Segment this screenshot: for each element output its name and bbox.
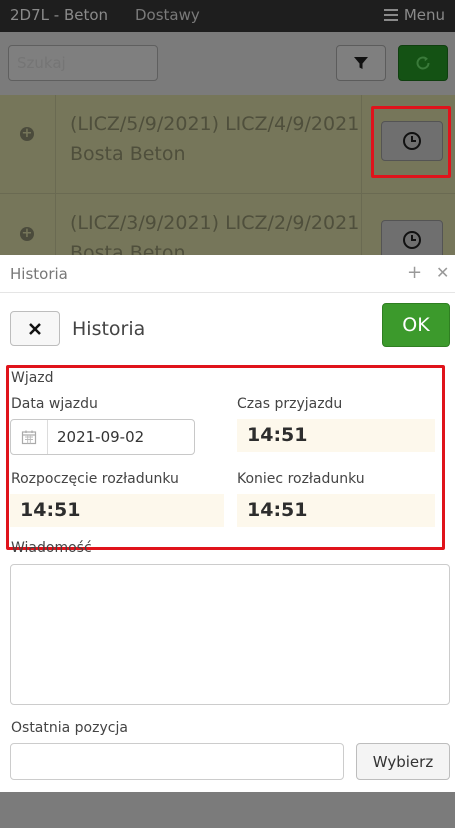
calendar-icon[interactable] [11,420,48,454]
plus-circle-icon[interactable]: + [20,227,34,241]
top-navbar: 2D7L - Beton Dostawy Menu [0,0,455,32]
close-button[interactable] [10,311,60,346]
menu-label: Menu [403,6,445,24]
row-company: Bosta Beton [70,143,186,165]
menu-button[interactable]: Menu [383,6,445,24]
refresh-button[interactable] [398,45,448,81]
panel-title: Historia [72,318,146,340]
history-button[interactable] [381,220,443,255]
search-input[interactable] [8,45,158,81]
row-company: Bosta Beton [70,242,186,255]
maximize-icon[interactable]: + [407,262,422,283]
dialog-header: Historia + ✕ [0,255,455,293]
unload-end-label: Koniec rozładunku [237,471,365,487]
arrival-time-label: Czas przyjazdu [237,396,343,412]
row-number: (LICZ/3/9/2021) LICZ/2/9/2021 [70,212,360,234]
refresh-icon [416,56,430,70]
message-label: Wiadomość [11,540,92,556]
app-title[interactable]: 2D7L - Beton [10,6,108,24]
date-label: Data wjazdu [11,396,98,412]
background-overlay [0,792,455,828]
arrival-time-field[interactable]: 14:51 [237,419,435,452]
message-textarea[interactable] [10,564,450,705]
history-dialog: Historia + ✕ Historia OK Wjazd Data wjaz… [0,255,455,792]
clock-icon [403,231,421,249]
unload-end-field[interactable]: 14:51 [237,494,435,527]
unload-start-label: Rozpoczęcie rozładunku [11,471,179,487]
hamburger-icon [383,9,398,21]
plus-circle-icon[interactable]: + [20,127,34,141]
choose-button[interactable]: Wybierz [356,743,450,780]
list-toolbar [0,32,455,95]
filter-button[interactable] [336,45,386,81]
section-label: Wjazd [11,370,54,386]
close-icon[interactable]: ✕ [436,263,449,282]
dialog-title: Historia [10,265,68,283]
ok-button[interactable]: OK [382,303,450,347]
list-item[interactable]: + (LICZ/3/9/2021) LICZ/2/9/2021 Bosta Be… [0,194,455,255]
nav-tab-dostawy[interactable]: Dostawy [135,6,200,24]
date-value: 2021-09-02 [57,428,145,446]
date-field[interactable]: 2021-09-02 [10,419,195,455]
row-number: (LICZ/5/9/2021) LICZ/4/9/2021 [70,113,360,135]
highlight-box [371,106,451,178]
last-position-label: Ostatnia pozycja [11,720,128,736]
unload-start-field[interactable]: 14:51 [10,494,224,527]
filter-icon [354,57,368,69]
close-icon [29,322,41,335]
last-position-input[interactable] [10,743,344,780]
